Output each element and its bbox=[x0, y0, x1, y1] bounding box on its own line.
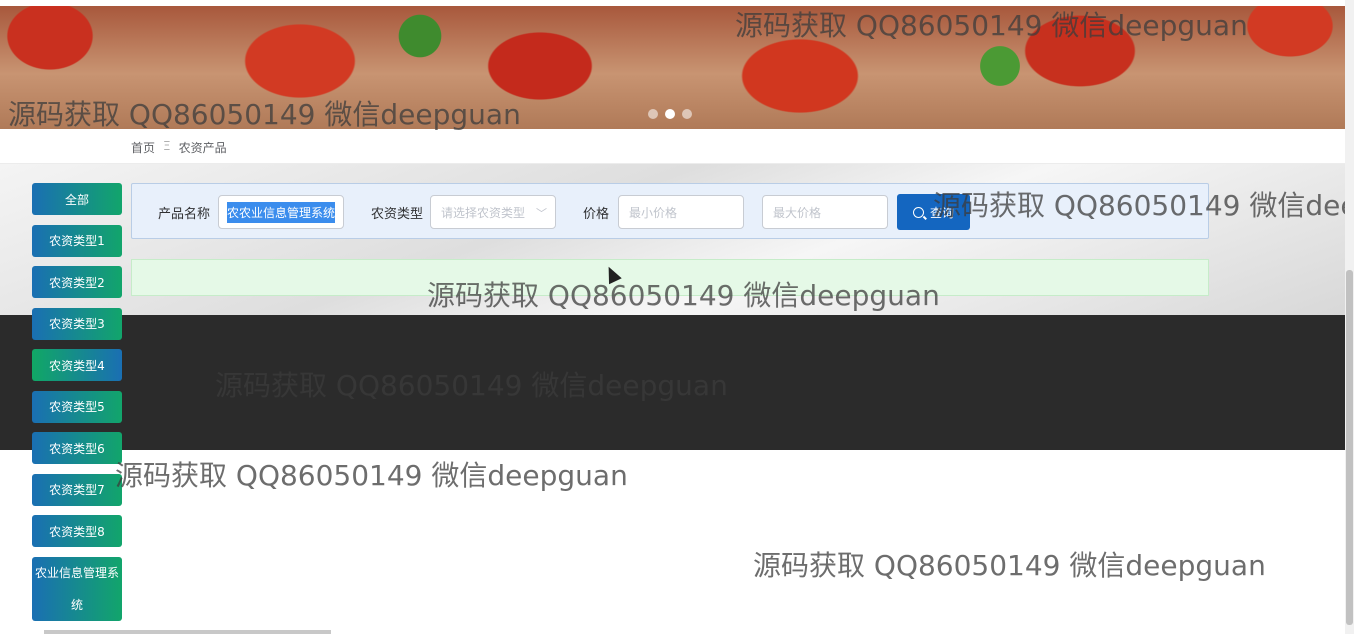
chevron-down-icon: ﹀ bbox=[536, 207, 547, 220]
price-label: 价格 bbox=[583, 207, 610, 222]
carousel-dot[interactable] bbox=[682, 109, 692, 119]
category-type2-button[interactable]: 农资类型2 bbox=[32, 266, 122, 298]
product-name-input[interactable]: 农农业信息管理系统 bbox=[218, 195, 344, 229]
search-icon bbox=[912, 206, 924, 218]
horizontal-scrollbar[interactable] bbox=[44, 630, 331, 634]
category-all-button[interactable]: 全部 bbox=[32, 183, 122, 215]
category-system-button[interactable]: 农业信息管理系统 bbox=[32, 556, 122, 621]
scrollbar-thumb[interactable] bbox=[1346, 270, 1353, 625]
watermark: 源码获取 QQ86050149 微信deepguan bbox=[427, 279, 940, 312]
watermark: 源码获取 QQ86050149 微信deepguan bbox=[115, 459, 628, 492]
watermark: 源码获取 QQ86050149 微信deepguan bbox=[735, 9, 1248, 42]
category-type3-button[interactable]: 农资类型3 bbox=[32, 307, 122, 340]
watermark: 源码获取 QQ86050149 微信deepguan bbox=[753, 549, 1266, 582]
breadcrumb-separator: Ξ bbox=[163, 139, 171, 153]
min-price-input[interactable]: 最小价格 bbox=[618, 195, 744, 229]
watermark: 源码获取 QQ86050149 微信deepguan bbox=[8, 98, 521, 131]
category-type5-button[interactable]: 农资类型5 bbox=[32, 390, 122, 423]
category-type8-button[interactable]: 农资类型8 bbox=[32, 515, 122, 547]
watermark: 源码获取 QQ86050149 微信deepguan bbox=[933, 189, 1354, 222]
carousel-dot-active[interactable] bbox=[665, 109, 675, 119]
category-type4-button[interactable]: 农资类型4 bbox=[32, 349, 122, 381]
breadcrumb-current[interactable]: 农资产品 bbox=[179, 139, 227, 156]
min-price-placeholder: 最小价格 bbox=[629, 205, 678, 220]
category-type6-button[interactable]: 农资类型6 bbox=[32, 432, 122, 464]
category-type1-button[interactable]: 农资类型1 bbox=[32, 224, 122, 257]
product-name-label: 产品名称 bbox=[158, 207, 211, 222]
breadcrumb: 首页 Ξ 农资产品 bbox=[131, 139, 227, 156]
max-price-placeholder: 最大价格 bbox=[773, 205, 822, 220]
type-label: 农资类型 bbox=[371, 207, 424, 222]
type-select-placeholder: 请选择农资类型 bbox=[441, 205, 526, 220]
watermark: 源码获取 QQ86050149 微信deepguan bbox=[215, 369, 728, 402]
type-select[interactable]: 请选择农资类型 ﹀ bbox=[430, 195, 556, 229]
carousel-indicator[interactable] bbox=[648, 109, 692, 119]
carousel-dot[interactable] bbox=[648, 109, 658, 119]
max-price-input[interactable]: 最大价格 bbox=[762, 195, 888, 229]
product-name-value: 农农业信息管理系统 bbox=[227, 201, 336, 223]
breadcrumb-home[interactable]: 首页 bbox=[131, 139, 155, 156]
category-type7-button[interactable]: 农资类型7 bbox=[32, 473, 122, 506]
breadcrumb-bar: 首页 Ξ 农资产品 bbox=[0, 133, 1345, 164]
category-sidebar: 全部 农资类型1 农资类型2 农资类型3 农资类型4 农资类型5 农资类型6 农… bbox=[32, 183, 122, 630]
vertical-scrollbar[interactable] bbox=[1345, 0, 1354, 634]
